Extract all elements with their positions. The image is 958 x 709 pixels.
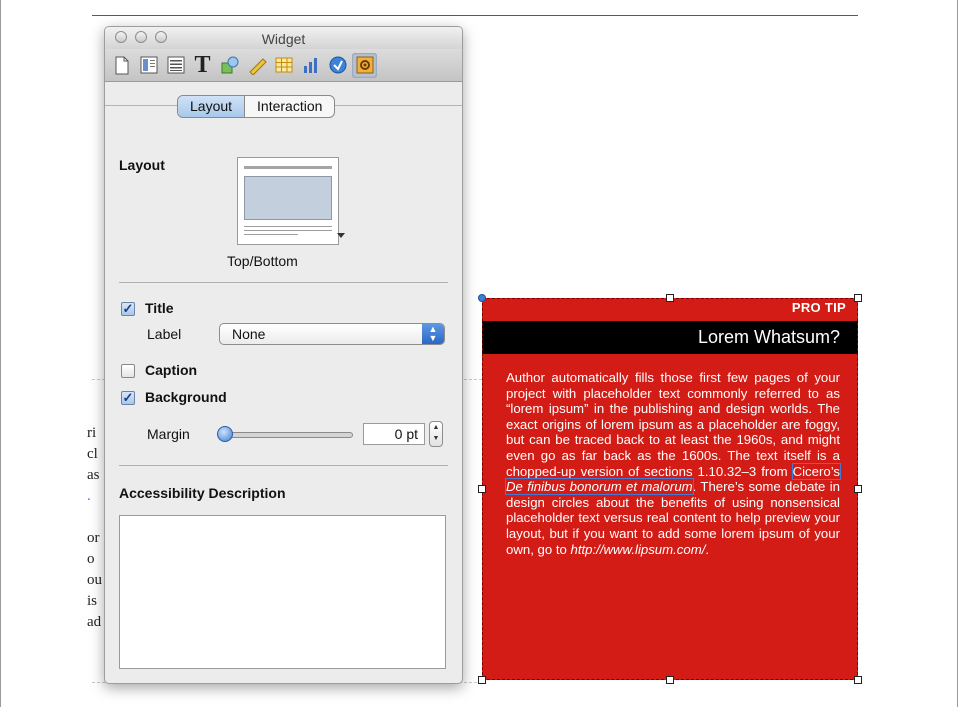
label-field-label: Label [147, 326, 182, 342]
section-divider [119, 465, 448, 466]
ruler-icon [248, 58, 267, 75]
title-checkbox-label: Title [145, 300, 174, 316]
protip-body-text: . [705, 541, 710, 557]
margin-label: Margin [147, 426, 190, 442]
document-icon [115, 56, 128, 74]
shapes-inspector-button[interactable] [217, 53, 242, 78]
thumb-content-area [244, 176, 332, 220]
tab-layout[interactable]: Layout [178, 96, 246, 117]
layout-heading: Layout [119, 157, 165, 173]
margin-stepper[interactable]: ▲ ▼ [429, 421, 443, 447]
caption-checkbox-label: Caption [145, 362, 198, 378]
window-title: Widget [261, 31, 306, 47]
cicero-reference[interactable]: Cicero’s [791, 462, 842, 480]
layout-inspector-button[interactable] [136, 53, 161, 78]
margin-slider-track[interactable] [221, 432, 353, 438]
text-inspector-button[interactable]: T [190, 53, 215, 78]
link-inspector-button[interactable] [325, 53, 350, 78]
layout-name: Top/Bottom [227, 253, 298, 269]
thumb-title-bar [244, 166, 332, 169]
resize-handle-bottom[interactable] [666, 676, 674, 684]
section-divider [119, 282, 448, 283]
thumb-caption-line [244, 226, 332, 227]
background-text-fragment: or [87, 530, 100, 546]
shapes-icon [221, 56, 238, 74]
tab-row: Layout Interaction [105, 82, 462, 126]
background-text-fragment: as [87, 467, 100, 483]
background-text-fragment: cl [87, 446, 98, 462]
title-checkbox[interactable]: ✓ [121, 302, 135, 316]
protip-body[interactable]: Author automatically fills those first f… [505, 370, 842, 557]
protip-label: PRO TIP [791, 300, 846, 315]
metrics-inspector-button[interactable] [244, 53, 269, 78]
widget-inspector-button[interactable] [352, 52, 377, 78]
thumb-caption-line [244, 230, 332, 231]
background-text-fragment: is [87, 593, 98, 609]
resize-handle-top[interactable] [666, 294, 674, 302]
lipsum-link[interactable]: http://www.lipsum.com/ [571, 542, 706, 557]
margin-slider-thumb[interactable] [217, 426, 233, 442]
title-bar[interactable]: Widget [105, 27, 462, 49]
chart-inspector-button[interactable] [298, 53, 323, 78]
protip-body-text: Author automatically fills those first f… [506, 370, 840, 479]
layout-icon [140, 56, 157, 74]
background-text-fragment: ad [87, 614, 102, 630]
text-columns-icon [167, 56, 184, 74]
text-columns-inspector-button[interactable] [163, 53, 188, 78]
background-text-fragment: ou [87, 572, 102, 588]
label-select[interactable]: None ▲ ▼ [219, 323, 445, 345]
table-icon [275, 57, 292, 73]
background-text-fragment: ri [87, 425, 97, 441]
widget-inspector-panel: Widget T Layout Interaction Layout Top/B… [104, 26, 463, 684]
select-arrows-icon: ▲ ▼ [422, 324, 444, 344]
document-inspector-button[interactable] [109, 53, 134, 78]
interaction-icon [329, 56, 346, 74]
layout-picker[interactable] [237, 157, 339, 245]
chart-icon [303, 58, 317, 73]
label-select-value: None [232, 326, 266, 342]
background-checkbox[interactable]: ✓ [121, 391, 135, 405]
text-icon: T [194, 52, 211, 78]
protip-title: Lorem Whatsum? [697, 327, 840, 347]
segmented-control: Layout Interaction [177, 95, 336, 118]
resize-handle-bottom-right[interactable] [854, 676, 862, 684]
caption-checkbox[interactable] [121, 364, 135, 378]
background-text-fragment: . [87, 488, 91, 504]
inspector-toolbar: T [105, 49, 462, 82]
layout-dropdown-arrow-icon[interactable] [337, 233, 345, 238]
table-inspector-button[interactable] [271, 53, 296, 78]
resize-handle-right[interactable] [854, 485, 862, 493]
book-title-reference[interactable]: De finibus bonorum et malorum [505, 478, 694, 496]
resize-handle-top-right[interactable] [854, 294, 862, 302]
resize-handle-bottom-left[interactable] [478, 676, 486, 684]
accessibility-heading: Accessibility Description [119, 485, 286, 501]
margin-field[interactable]: 0 pt [363, 423, 425, 445]
protip-title-bar: Lorem Whatsum? [482, 321, 858, 354]
accessibility-description-field[interactable] [119, 515, 446, 669]
resize-handle-top-left[interactable] [478, 294, 486, 302]
widget-settings-icon [356, 56, 373, 74]
thumb-caption-line [244, 234, 298, 235]
background-text-fragment: o [87, 551, 95, 567]
background-checkbox-label: Background [145, 389, 227, 405]
tab-interaction[interactable]: Interaction [245, 96, 334, 117]
protip-widget[interactable]: PRO TIP Lorem Whatsum? Author automatica… [482, 298, 858, 680]
resize-handle-left[interactable] [478, 485, 486, 493]
top-rule [92, 15, 858, 16]
